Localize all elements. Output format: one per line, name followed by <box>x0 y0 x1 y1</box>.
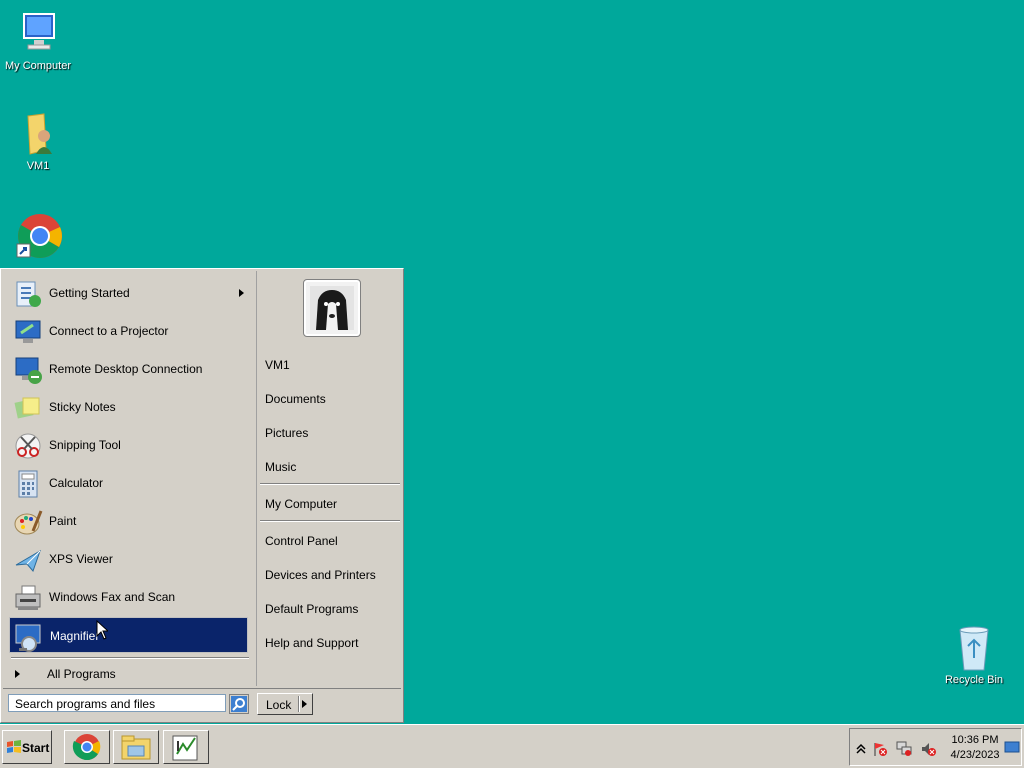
places-pictures[interactable]: Pictures <box>265 426 308 440</box>
program-fax-scan[interactable]: Windows Fax and Scan <box>9 579 248 615</box>
start-button[interactable]: Start <box>2 730 52 764</box>
places-music[interactable]: Music <box>265 460 296 474</box>
program-connect-projector[interactable]: Connect to a Projector <box>9 313 248 349</box>
program-getting-started[interactable]: Getting Started <box>9 275 248 311</box>
recycle-bin-icon <box>950 624 998 672</box>
scissors-icon <box>13 431 43 461</box>
lock-button[interactable]: Lock <box>257 693 313 715</box>
chevron-right-icon[interactable] <box>302 700 307 708</box>
desktop-icon-chrome[interactable] <box>0 212 76 262</box>
submenu-arrow-icon <box>239 289 244 297</box>
network-icon[interactable] <box>896 741 912 757</box>
program-calculator[interactable]: Calculator <box>9 465 248 501</box>
lock-label: Lock <box>266 698 292 712</box>
taskbar-chrome[interactable] <box>64 730 110 764</box>
system-tray: 10:36 PM 4/23/2023 <box>849 728 1022 766</box>
places-devices-printers[interactable]: Devices and Printers <box>265 568 376 582</box>
program-label: XPS Viewer <box>49 552 113 566</box>
program-label: Calculator <box>49 476 104 490</box>
program-sticky-notes[interactable]: Sticky Notes <box>9 389 248 425</box>
program-label: Sticky Notes <box>49 400 116 414</box>
notepad-icon <box>172 735 198 761</box>
taskbar-notepad[interactable] <box>163 730 209 764</box>
divider <box>298 696 300 712</box>
magnifier-icon <box>14 622 44 652</box>
remote-desktop-icon <box>13 355 43 385</box>
action-center-flag-icon[interactable] <box>872 741 888 757</box>
desktop-icon-my-computer[interactable]: My Computer <box>0 10 76 72</box>
start-menu: Getting Started Connect to a Projector R… <box>0 268 404 723</box>
taskbar: Start 10:36 PM 4/23/2023 <box>0 724 1024 768</box>
show-desktop-icon[interactable] <box>1004 739 1020 755</box>
chrome-icon <box>14 212 62 260</box>
places-help-support[interactable]: Help and Support <box>265 636 358 650</box>
program-label: Remote Desktop Connection <box>49 362 203 376</box>
sticky-notes-icon <box>13 393 43 423</box>
desktop-icon-label: VM1 <box>26 160 50 172</box>
desktop-icon-recycle-bin[interactable]: Recycle Bin <box>936 624 1012 686</box>
show-hidden-icons-chevron-icon[interactable] <box>853 741 869 757</box>
places-default-programs[interactable]: Default Programs <box>265 602 358 616</box>
places-control-panel[interactable]: Control Panel <box>265 534 338 548</box>
places-user-vm1[interactable]: VM1 <box>265 358 290 372</box>
calculator-icon <box>13 469 43 499</box>
start-label: Start <box>22 741 50 755</box>
getting-started-icon <box>13 279 43 309</box>
volume-muted-icon[interactable] <box>920 741 936 757</box>
program-label: Windows Fax and Scan <box>49 590 176 604</box>
desktop-icon-vm1[interactable]: VM1 <box>0 110 76 172</box>
user-folder-icon <box>14 110 62 158</box>
mouse-cursor-icon <box>96 619 110 643</box>
user-picture[interactable] <box>303 279 361 337</box>
chevron-right-icon <box>15 670 20 678</box>
file-explorer-icon <box>121 735 151 760</box>
program-magnifier[interactable]: Magnifier <box>9 617 248 653</box>
search-icon <box>231 696 247 712</box>
search-button[interactable] <box>229 694 249 714</box>
program-remote-desktop[interactable]: Remote Desktop Connection <box>9 351 248 387</box>
program-paint[interactable]: Paint <box>9 503 248 539</box>
separator <box>260 483 400 485</box>
program-xps-viewer[interactable]: XPS Viewer <box>9 541 248 577</box>
desktop-icon-label: My Computer <box>4 60 72 72</box>
all-programs-label: All Programs <box>47 667 116 681</box>
separator <box>11 657 249 659</box>
start-menu-bottom-bar: Search programs and files Lock <box>3 688 401 721</box>
computer-icon <box>14 10 62 58</box>
chrome-icon <box>72 734 101 761</box>
program-label: Magnifier <box>50 629 100 643</box>
paint-palette-icon <box>13 507 43 537</box>
program-label: Connect to a Projector <box>49 324 169 338</box>
dog-avatar-icon <box>310 286 354 330</box>
projector-icon <box>13 317 43 347</box>
program-label: Paint <box>49 514 77 528</box>
program-snipping-tool[interactable]: Snipping Tool <box>9 427 248 463</box>
clock-date[interactable]: 4/23/2023 <box>945 749 1005 761</box>
program-label: Getting Started <box>49 286 130 300</box>
places-my-computer[interactable]: My Computer <box>265 497 337 511</box>
windows-logo-icon <box>7 740 21 753</box>
program-label: Snipping Tool <box>49 438 121 452</box>
xps-viewer-icon <box>13 545 43 575</box>
separator <box>260 520 400 522</box>
fax-icon <box>13 583 43 613</box>
search-input[interactable]: Search programs and files <box>8 694 226 712</box>
taskbar-file-explorer[interactable] <box>113 730 159 764</box>
desktop-icon-label: Recycle Bin <box>944 674 1004 686</box>
places-documents[interactable]: Documents <box>265 392 326 406</box>
all-programs-button[interactable]: All Programs <box>9 663 248 685</box>
clock-time[interactable]: 10:36 PM <box>950 734 1000 746</box>
start-menu-places-pane: VM1 Documents Pictures Music My Computer… <box>256 271 403 686</box>
start-menu-programs-pane: Getting Started Connect to a Projector R… <box>3 271 254 686</box>
